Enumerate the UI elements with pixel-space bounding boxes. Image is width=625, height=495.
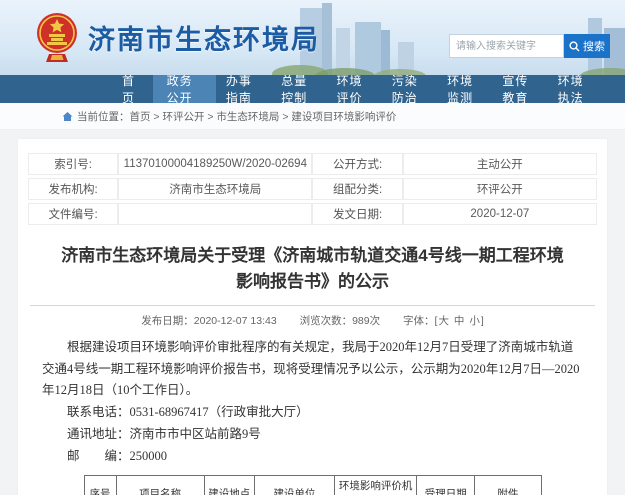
search-box: 搜索 <box>449 34 610 58</box>
search-icon <box>569 40 580 51</box>
article-body: 根据建设项目环境影响评价审批程序的有关规定，我局于2020年12月7日受理了济南… <box>28 337 597 495</box>
col-header-builder: 建设单位 <box>253 474 336 495</box>
meta-label: 组配分类: <box>312 178 403 200</box>
contact-phone-line: 联系电话：0531-68967417（行政审批大厅） <box>67 405 309 420</box>
breadcrumb: 当前位置： 首页 > 环评公开 > 市生态环境局 > 建设项目环境影响评价 <box>0 103 625 130</box>
views-label: 浏览次数： <box>299 314 353 327</box>
breadcrumb-label: 当前位置： <box>77 110 130 123</box>
col-header-accept-date: 受理日期 <box>416 474 476 495</box>
meta-value: 济南市生态环境局 <box>118 178 313 200</box>
col-header-name: 项目名称 <box>115 474 205 495</box>
page-title: 济南市生态环境局关于受理《济南城市轨道交通4号线一期工程环境影响报告书》的公示 <box>61 246 564 292</box>
nav-item-total-control[interactable]: 总量控制 <box>271 74 326 105</box>
publish-date-label: 发布日期： <box>141 314 194 327</box>
search-input[interactable] <box>449 34 564 58</box>
nav-item-gov-info[interactable]: 政务公开 <box>152 74 216 105</box>
national-emblem-icon <box>37 13 77 62</box>
col-header-location: 建设地点 <box>203 474 255 495</box>
col-header-no: 序号 <box>83 474 117 495</box>
breadcrumb-path[interactable]: 首页 > 环评公开 > 市生态环境局 > 建设项目环境影响评价 <box>130 109 397 124</box>
content-card: 索引号: 11370100004189250W/2020-02694 公开方式:… <box>18 139 607 495</box>
nav-item-env-enforcement[interactable]: 环境执法 <box>548 74 603 105</box>
col-header-attachment: 附件 <box>474 474 542 495</box>
meta-label: 公开方式: <box>312 153 403 175</box>
meta-value: 主动公开 <box>402 153 597 175</box>
nav-item-service-guide[interactable]: 办事指南 <box>216 74 271 105</box>
meta-label: 索引号: <box>28 153 119 175</box>
meta-value: 环评公开 <box>402 178 597 200</box>
col-header-eia-agency: 环境影响评价机构 <box>334 474 418 495</box>
table-header-row: 序号 项目名称 建设地点 建设单位 环境影响评价机构 受理日期 附件 <box>83 474 542 495</box>
table-row: 索引号: 11370100004189250W/2020-02694 公开方式:… <box>28 153 597 175</box>
nav-item-publicity-education[interactable]: 宣传教育 <box>492 74 547 105</box>
page: 济南市生态环境局 搜索 首 页 政务公开 办事指南 总量控制 环境评价 污染防治… <box>0 0 625 495</box>
font-size-bracket-close: ] <box>480 314 484 327</box>
table-row: 发布机构: 济南市生态环境局 组配分类: 环评公开 <box>28 178 597 200</box>
home-icon <box>62 111 73 122</box>
project-acceptance-table: 序号 项目名称 建设地点 建设单位 环境影响评价机构 受理日期 附件 1 济南城… <box>83 474 542 495</box>
font-size-medium-button[interactable]: 中 <box>454 315 465 327</box>
publish-date-value: 2020-12-07 13:43 <box>193 314 277 327</box>
site-title: 济南市生态环境局 <box>88 24 320 55</box>
meta-label: 发文日期: <box>312 203 403 225</box>
views-value: 989次 <box>352 314 381 327</box>
meta-label: 发布机构: <box>28 178 119 200</box>
document-meta-table: 索引号: 11370100004189250W/2020-02694 公开方式:… <box>28 150 597 228</box>
article-paragraph: 根据建设项目环境影响评价审批程序的有关规定，我局于2020年12月7日受理了济南… <box>42 339 580 398</box>
search-button[interactable]: 搜索 <box>564 34 610 58</box>
meta-value: 11370100004189250W/2020-02694 <box>118 153 313 175</box>
site-banner: 济南市生态环境局 搜索 <box>0 0 625 75</box>
meta-value: 2020-12-07 <box>402 203 597 225</box>
article-info-line: 发布日期：2020-12-07 13:43 浏览次数：989次 字体：[大 中 … <box>28 306 597 337</box>
brand: 济南市生态环境局 <box>36 12 320 62</box>
nav-item-home[interactable]: 首 页 <box>112 74 153 105</box>
search-button-label: 搜索 <box>583 41 605 53</box>
font-size-large-button[interactable]: 大 <box>438 315 449 327</box>
nav-item-env-assessment[interactable]: 环境评价 <box>326 74 381 105</box>
contact-address-line: 通讯地址：济南市市中区站前路9号 <box>67 427 261 442</box>
contact-postcode-line: 邮 编：250000 <box>67 449 168 464</box>
main-nav: 首 页 政务公开 办事指南 总量控制 环境评价 污染防治 环境监测 宣传教育 环… <box>0 74 625 105</box>
meta-label: 文件编号: <box>28 203 119 225</box>
table-row: 文件编号: 发文日期: 2020-12-07 <box>28 203 597 225</box>
nav-item-pollution-control[interactable]: 污染防治 <box>382 74 437 105</box>
meta-value <box>118 203 313 225</box>
font-size-small-button[interactable]: 小 <box>469 315 480 327</box>
font-size-label: 字体： <box>403 314 435 327</box>
nav-item-env-monitoring[interactable]: 环境监测 <box>437 74 492 105</box>
